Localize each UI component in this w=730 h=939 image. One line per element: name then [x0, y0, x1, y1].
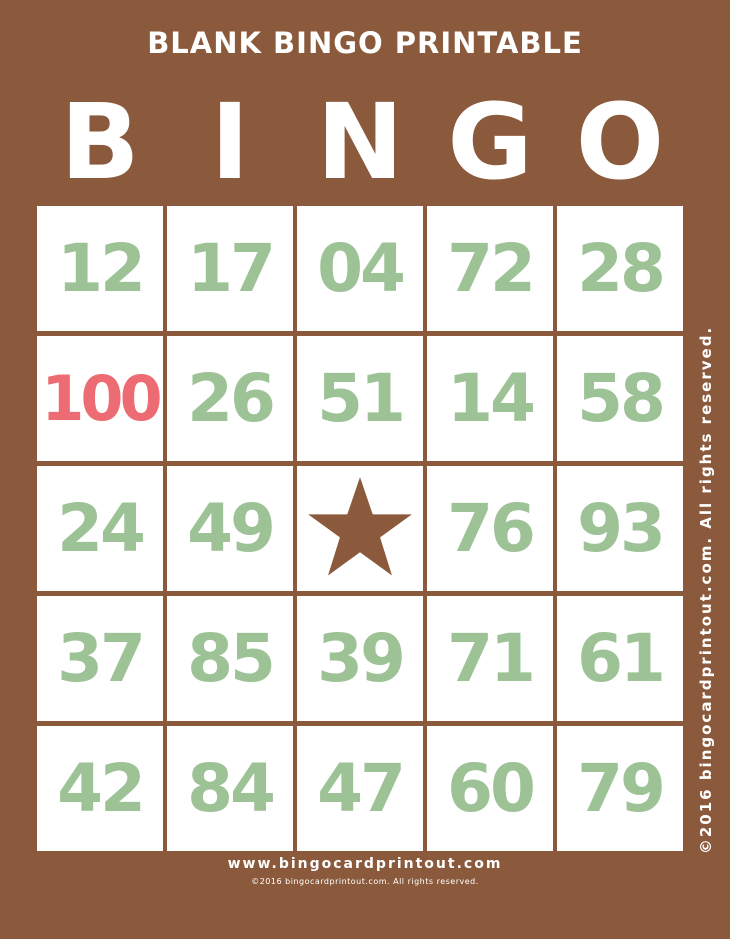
cell-number: 37: [57, 620, 146, 697]
header-letter-i: I: [210, 81, 250, 203]
bingo-cell: 39: [297, 596, 423, 721]
header-letter-g: G: [447, 81, 533, 203]
cell-number: 60: [447, 750, 536, 827]
cell-number: 76: [447, 490, 536, 567]
cell-number: 49: [187, 490, 276, 567]
bingo-cell: 26: [167, 336, 293, 461]
bingo-cell: 17: [167, 206, 293, 331]
header-letter-b: B: [60, 81, 140, 203]
bingo-cell: 28: [557, 206, 683, 331]
cell-number: 24: [57, 490, 146, 567]
free-space-cell: [297, 466, 423, 591]
bingo-cell: 14: [427, 336, 553, 461]
bingo-cell: 76: [427, 466, 553, 591]
cell-number: 17: [187, 230, 276, 307]
cell-number: 26: [187, 360, 276, 437]
cell-number: 79: [577, 750, 666, 827]
bingo-cell: 60: [427, 726, 553, 851]
cell-number: 84: [187, 750, 276, 827]
cell-number: 93: [577, 490, 666, 567]
cell-number: 58: [577, 360, 666, 437]
footer-url: www.bingocardprintout.com: [227, 856, 503, 872]
cell-number: 51: [317, 360, 406, 437]
bingo-cell: 47: [297, 726, 423, 851]
page-title: BLANK BINGO PRINTABLE: [147, 26, 583, 60]
bingo-cell: 93: [557, 466, 683, 591]
cell-number: 12: [57, 230, 146, 307]
bingo-cell: 84: [167, 726, 293, 851]
side-copyright: ©2016 bingocardprintout.com. All rights …: [697, 325, 715, 855]
cell-number: 47: [317, 750, 406, 827]
cell-number: 04: [317, 230, 406, 307]
cell-number-highlighted: 100: [41, 362, 162, 435]
bingo-cell: 51: [297, 336, 423, 461]
bingo-cell: 24: [37, 466, 163, 591]
bingo-cell: 79: [557, 726, 683, 851]
bingo-cell: 71: [427, 596, 553, 721]
cell-number: 72: [447, 230, 536, 307]
bingo-cell: 85: [167, 596, 293, 721]
footer-copyright: ©2016 bingocardprintout.com. All rights …: [251, 877, 479, 886]
cell-number: 71: [447, 620, 536, 697]
bingo-cell: 58: [557, 336, 683, 461]
bingo-header: B I N G O: [37, 90, 683, 195]
cell-number: 42: [57, 750, 146, 827]
bingo-cell-highlighted: 100: [37, 336, 163, 461]
cell-number: 28: [577, 230, 666, 307]
cell-number: 61: [577, 620, 666, 697]
bingo-cell: 42: [37, 726, 163, 851]
bingo-cell: 61: [557, 596, 683, 721]
star-icon: [308, 476, 412, 575]
header-letter-o: O: [575, 81, 665, 203]
bingo-grid: 12 17 04 72 28 100 26 51 14 58 24 49 76 …: [37, 206, 683, 851]
bingo-cell: 49: [167, 466, 293, 591]
bingo-cell: 12: [37, 206, 163, 331]
bingo-cell: 37: [37, 596, 163, 721]
cell-number: 85: [187, 620, 276, 697]
bingo-cell: 04: [297, 206, 423, 331]
header-letter-n: N: [316, 81, 404, 203]
cell-number: 14: [447, 360, 536, 437]
cell-number: 39: [317, 620, 406, 697]
bingo-cell: 72: [427, 206, 553, 331]
